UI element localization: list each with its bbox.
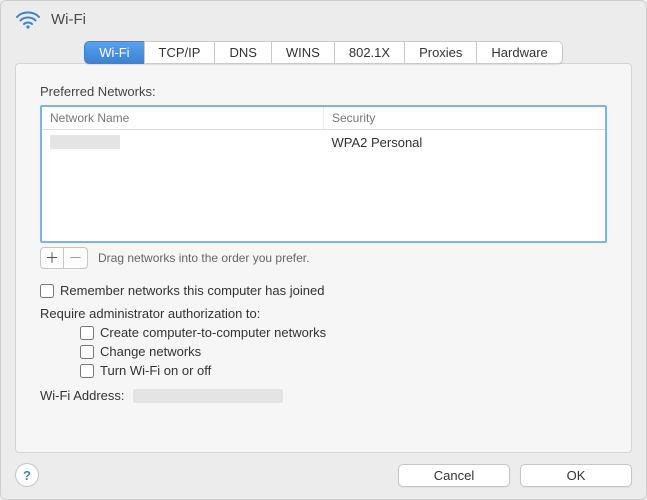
column-security[interactable]: Security: [324, 107, 605, 129]
network-security-cell: WPA2 Personal: [324, 130, 606, 157]
tab-8021x[interactable]: 802.1X: [334, 41, 404, 64]
wifi-address-row: Wi-Fi Address:: [40, 388, 607, 403]
column-network-name[interactable]: Network Name: [42, 107, 324, 129]
remember-networks-label: Remember networks this computer has join…: [60, 283, 324, 298]
tab-proxies[interactable]: Proxies: [404, 41, 476, 64]
help-button[interactable]: ?: [15, 463, 39, 487]
redacted-network-name: [50, 135, 120, 149]
networks-header: Network Name Security: [42, 107, 605, 130]
admin-change-row[interactable]: Change networks: [80, 344, 607, 359]
tabs: Wi-Fi TCP/IP DNS WINS 802.1X Proxies Har…: [84, 41, 563, 64]
add-network-button[interactable]: ＋: [40, 247, 64, 269]
wifi-address-label: Wi-Fi Address:: [40, 388, 125, 403]
wifi-panel: Preferred Networks: Network Name Securit…: [15, 63, 632, 453]
list-controls: ＋ － Drag networks into the order you pre…: [40, 247, 607, 269]
remove-network-button[interactable]: －: [64, 247, 88, 269]
remember-networks-row[interactable]: Remember networks this computer has join…: [40, 283, 607, 298]
admin-auth-label: Require administrator authorization to:: [40, 306, 607, 321]
titlebar: Wi-Fi: [1, 1, 646, 33]
tab-hardware[interactable]: Hardware: [476, 41, 562, 64]
remember-networks-checkbox[interactable]: [40, 284, 54, 298]
admin-change-checkbox[interactable]: [80, 345, 94, 359]
tab-wins[interactable]: WINS: [271, 41, 334, 64]
wifi-settings-window: Wi-Fi Wi-Fi TCP/IP DNS WINS 802.1X Proxi…: [0, 0, 647, 500]
admin-toggle-checkbox[interactable]: [80, 364, 94, 378]
drag-hint: Drag networks into the order you prefer.: [98, 251, 309, 265]
ok-button[interactable]: OK: [520, 464, 632, 487]
network-name-cell: [42, 130, 324, 157]
tab-tcpip[interactable]: TCP/IP: [144, 41, 215, 64]
cancel-button[interactable]: Cancel: [398, 464, 510, 487]
admin-create-row[interactable]: Create computer-to-computer networks: [80, 325, 607, 340]
wifi-icon: [15, 9, 41, 29]
network-row[interactable]: WPA2 Personal: [42, 130, 605, 157]
admin-change-label: Change networks: [100, 344, 201, 359]
admin-create-checkbox[interactable]: [80, 326, 94, 340]
admin-toggle-row[interactable]: Turn Wi-Fi on or off: [80, 363, 607, 378]
tabs-row: Wi-Fi TCP/IP DNS WINS 802.1X Proxies Har…: [1, 33, 646, 64]
window-title: Wi-Fi: [51, 11, 86, 28]
tab-dns[interactable]: DNS: [214, 41, 270, 64]
tab-wifi[interactable]: Wi-Fi: [84, 41, 143, 64]
preferred-networks-label: Preferred Networks:: [40, 84, 607, 99]
admin-toggle-label: Turn Wi-Fi on or off: [100, 363, 211, 378]
redacted-wifi-address: [133, 389, 283, 403]
preferred-networks-list[interactable]: Network Name Security WPA2 Personal: [40, 105, 607, 243]
admin-create-label: Create computer-to-computer networks: [100, 325, 326, 340]
footer: ? Cancel OK: [1, 453, 646, 499]
